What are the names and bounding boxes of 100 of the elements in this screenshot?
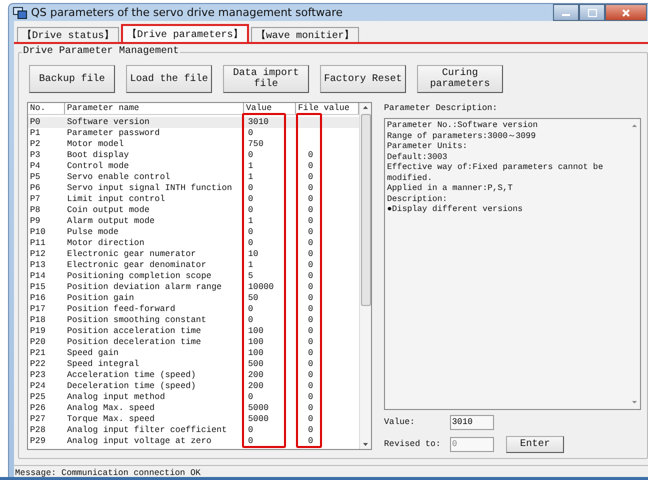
table-cell-text: P12 (29, 249, 46, 260)
table-row[interactable]: P15 Position deviation alarm range 10000 0 (28, 282, 359, 293)
toolbar-button[interactable]: Data import file (223, 65, 309, 93)
table-cell-text: Boot display (66, 150, 130, 161)
table-cell-text: P23 (29, 370, 46, 381)
table-row[interactable]: P13 Electronic gear denominator 1 0 (28, 260, 359, 271)
table-row[interactable]: P17 Position feed-forward 0 0 (28, 304, 359, 315)
tab[interactable]: 【Drive parameters】 (121, 24, 250, 42)
table-row[interactable]: P24 Deceleration time (speed) 200 0 (28, 381, 359, 392)
table-cell-text: 0 (307, 436, 314, 447)
table-row[interactable]: P26 Analog Max. speed 5000 0 (28, 403, 359, 414)
table-row[interactable]: P22 Speed integral 500 0 (28, 359, 359, 370)
table-cell-text: 0 (307, 425, 314, 436)
table-cell-text: 100 (247, 326, 264, 337)
enter-button[interactable]: Enter (506, 436, 564, 452)
table-row[interactable]: P3 Boot display 0 0 (28, 150, 359, 161)
column-header[interactable]: No. (28, 103, 65, 114)
table-row[interactable]: P28 Analog input filter coefficient 0 0 (28, 425, 359, 436)
toolbar-button[interactable]: Backup file (29, 65, 115, 93)
table-row[interactable]: P18 Position smoothing constant 0 0 (28, 315, 359, 326)
table-row[interactable]: P14 Positioning completion scope 5 0 (28, 271, 359, 282)
table-cell-text: 0 (247, 304, 254, 315)
table-cell-text: 0 (247, 183, 254, 194)
table-row[interactable]: P16 Position gain 50 0 (28, 293, 359, 304)
description-line: Effective way of:Fixed parameters cannot be modified. (387, 162, 604, 183)
toolbar-button[interactable]: Factory Reset (320, 65, 406, 93)
table-row[interactable]: P5 Servo enable control 1 0 (28, 172, 359, 183)
table-cell-text: 100 (247, 348, 264, 359)
app-icon (13, 6, 27, 18)
table-cell-text: 0 (247, 436, 254, 447)
table-row[interactable]: P27 Torque Max. speed 5000 0 (28, 414, 359, 425)
table-cell-text: Position gain (66, 293, 136, 304)
table-cell-text: Position feed-forward (66, 304, 176, 315)
table-cell-text: P9 (29, 216, 42, 227)
tab[interactable]: 【wave monitier】 (251, 27, 360, 42)
table-row[interactable]: P23 Acceleration time (speed) 200 0 (28, 370, 359, 381)
table-cell-text: Electronic gear numerator (66, 249, 197, 260)
table-row[interactable]: P0 Software version 3010 (28, 117, 359, 128)
table-cell-text: 0 (307, 381, 314, 392)
tab[interactable]: 【Drive status】 (17, 27, 120, 42)
table-row[interactable]: P2 Motor model 750 (28, 139, 359, 150)
maximize-button[interactable] (579, 4, 605, 21)
table-cell-text: 0 (247, 425, 254, 436)
table-cell-text: Pulse mode (66, 227, 120, 238)
table-row[interactable]: P9 Alarm output mode 1 0 (28, 216, 359, 227)
table-cell-text: Parameter password (66, 128, 161, 139)
close-button[interactable] (605, 4, 647, 21)
toolbar-button[interactable]: Load the file (126, 65, 212, 93)
value-label: Value: (384, 417, 416, 427)
table-cell-text: Acceleration time (speed) (66, 370, 197, 381)
table-cell-text: P20 (29, 337, 46, 348)
table-row[interactable]: P19 Position acceleration time 100 0 (28, 326, 359, 337)
column-header[interactable]: Value (244, 103, 296, 114)
column-header[interactable]: Parameter name (65, 103, 244, 114)
table-cell-text: 0 (307, 260, 314, 271)
description-line: Applied in a manner:P,S,T (387, 183, 514, 194)
table-cell-text: Position acceleration time (66, 326, 202, 337)
table-cell-text: 200 (247, 381, 264, 392)
table-cell-text: 0 (307, 392, 314, 403)
table-row[interactable]: P25 Analog input method 0 0 (28, 392, 359, 403)
table-cell-text: P2 (29, 139, 42, 150)
table-row[interactable]: P12 Electronic gear numerator 10 0 (28, 249, 359, 260)
table-cell-text: Deceleration time (speed) (66, 381, 197, 392)
table-row[interactable]: P20 Position deceleration time 100 0 (28, 337, 359, 348)
table-cell-text: 0 (307, 348, 314, 359)
scrollbar[interactable] (359, 103, 371, 449)
table-cell-text: 0 (307, 315, 314, 326)
table-cell-text: 0 (247, 315, 254, 326)
table-row[interactable]: P4 Control mode 1 0 (28, 161, 359, 172)
table-row[interactable]: P1 Parameter password 0 (28, 128, 359, 139)
table-cell-text: 0 (307, 183, 314, 194)
minimize-button[interactable] (553, 4, 579, 21)
table-cell-text: P13 (29, 260, 46, 271)
table-cell-text: P18 (29, 315, 46, 326)
description-line: Default:3003 (387, 152, 448, 162)
scroll-up-icon[interactable] (630, 122, 638, 130)
table-row[interactable]: P21 Speed gain 100 0 (28, 348, 359, 359)
table-cell-text: P8 (29, 205, 42, 216)
table-row[interactable]: P29 Analog input voltage at zero 0 0 (28, 436, 359, 447)
table-row[interactable]: P10 Pulse mode 0 0 (28, 227, 359, 238)
table-cell-text: 0 (247, 238, 254, 249)
table-cell-text: 0 (307, 227, 314, 238)
window-title: QS parameters of the servo drive management software (31, 6, 343, 19)
table-row[interactable]: P11 Motor direction 0 0 (28, 238, 359, 249)
table-cell-text: Analog input filter coefficient (66, 425, 228, 436)
scroll-down-icon[interactable] (630, 398, 638, 406)
value-field[interactable]: 3010 (450, 414, 494, 430)
table-row[interactable]: P7 Limit input control 0 0 (28, 194, 359, 205)
toolbar-button[interactable]: Curing parameters (417, 65, 503, 93)
table-cell-text: P10 (29, 227, 46, 238)
table-cell-text: Motor direction (66, 238, 146, 249)
table-cell-text: 0 (307, 414, 314, 425)
table-row[interactable]: P8 Coin output mode 0 0 (28, 205, 359, 216)
table-row[interactable]: P6 Servo input signal INTH function 0 0 (28, 183, 359, 194)
table-cell-text: Servo enable control (66, 172, 172, 183)
revised-label: Revised to: (384, 439, 442, 449)
table-cell-text: P27 (29, 414, 46, 425)
maximize-icon (588, 8, 596, 16)
table-cell-text: P6 (29, 183, 42, 194)
table-cell-text: P17 (29, 304, 46, 315)
